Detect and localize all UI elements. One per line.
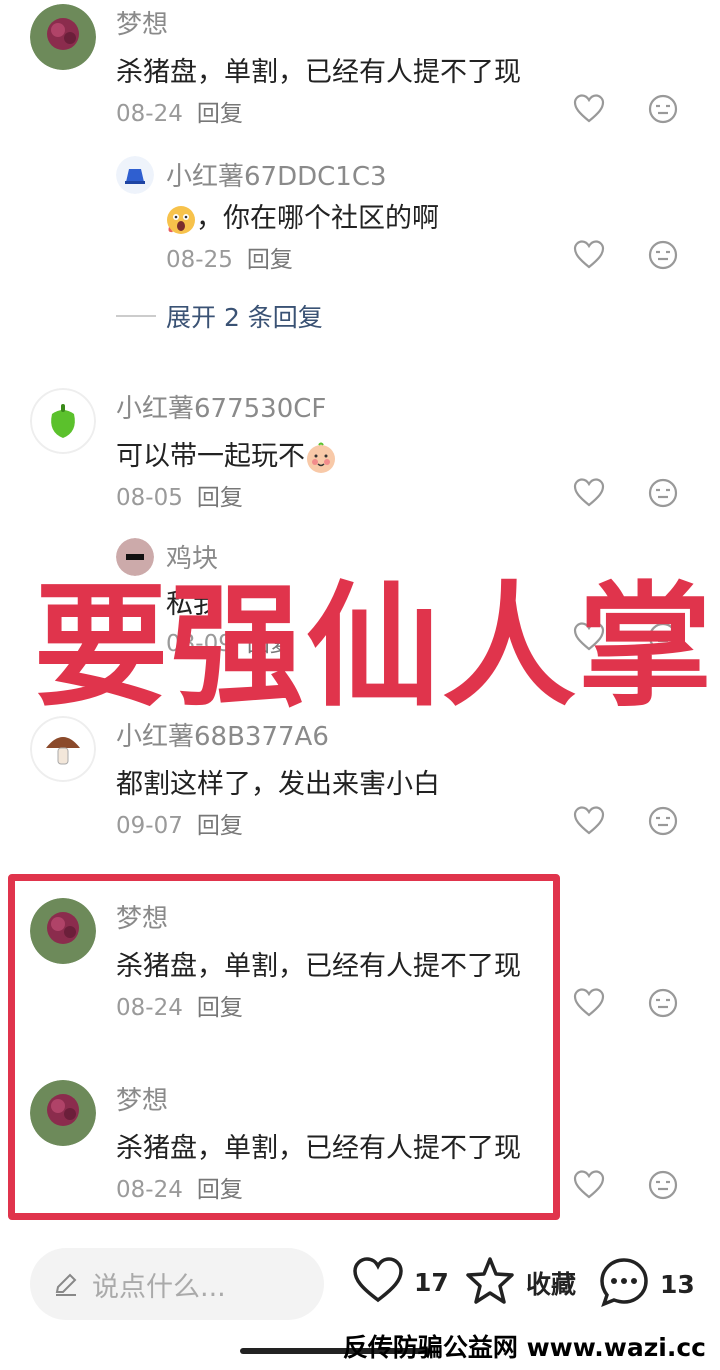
favorite-label: 收藏: [526, 1270, 577, 1299]
bottom-bar: 说点什么... 17 收藏 13 反传防骗公益网 www.wazi.cc: [0, 1228, 720, 1370]
comment-count: 13: [660, 1269, 695, 1299]
comment-date: 09-07: [116, 813, 183, 839]
username[interactable]: 小红薯677530CF: [116, 388, 326, 425]
reply-button[interactable]: 回复: [197, 485, 243, 511]
blushing-emoji-icon: [305, 442, 337, 474]
highlight-box: [8, 874, 560, 1220]
pencil-icon: [52, 1270, 80, 1298]
dislike-comment-icon[interactable]: [646, 986, 680, 1020]
scared-emoji-icon: [166, 205, 196, 235]
comment-input[interactable]: 说点什么...: [30, 1248, 324, 1320]
dislike-comment-icon[interactable]: [646, 476, 680, 510]
watermark-text: 要强仙人掌: [34, 569, 715, 725]
dislike-comment-icon[interactable]: [646, 1168, 680, 1202]
comment-date: 08-24: [116, 101, 183, 127]
like-count: 17: [414, 1267, 449, 1297]
comment-input-placeholder: 说点什么...: [92, 1271, 226, 1303]
like-button[interactable]: 17: [352, 1256, 449, 1308]
like-comment-icon[interactable]: [572, 238, 606, 272]
username[interactable]: 小红薯67DDC1C3: [166, 156, 387, 193]
like-comment-icon[interactable]: [572, 1168, 606, 1202]
expand-replies-button[interactable]: 展开 2 条回复: [116, 298, 323, 334]
comment-text: 可以带一起玩不: [116, 441, 305, 472]
avatar[interactable]: [116, 156, 154, 194]
star-icon: [464, 1256, 516, 1310]
comment-bubble-icon: [598, 1256, 650, 1312]
dislike-comment-icon[interactable]: [646, 92, 680, 126]
avatar[interactable]: [30, 388, 96, 454]
comment-text: 都割这样了，发出来害小白: [116, 769, 440, 800]
comment-text: 杀猪盘，单割，已经有人提不了现: [116, 57, 521, 88]
like-comment-icon[interactable]: [572, 476, 606, 510]
dislike-comment-icon[interactable]: [646, 238, 680, 272]
reply-button[interactable]: 回复: [247, 247, 293, 273]
favorite-button[interactable]: 收藏: [464, 1256, 576, 1310]
comment-date: 08-25: [166, 247, 233, 273]
divider: [116, 315, 156, 317]
like-comment-icon[interactable]: [572, 986, 606, 1020]
expand-replies-label: 展开 2 条回复: [166, 303, 323, 332]
comment-text: ，你在哪个社区的啊: [196, 203, 439, 234]
footer-watermark: 反传防骗公益网 www.wazi.cc: [342, 1333, 706, 1362]
reply-button[interactable]: 回复: [197, 813, 243, 839]
comment-date: 08-05: [116, 485, 183, 511]
heart-icon: [352, 1256, 404, 1308]
username[interactable]: 梦想: [116, 4, 168, 41]
like-comment-icon[interactable]: [572, 92, 606, 126]
like-comment-icon[interactable]: [572, 804, 606, 838]
reply-button[interactable]: 回复: [197, 101, 243, 127]
comments-button[interactable]: 13: [598, 1256, 695, 1312]
dislike-comment-icon[interactable]: [646, 804, 680, 838]
avatar[interactable]: [30, 4, 96, 70]
